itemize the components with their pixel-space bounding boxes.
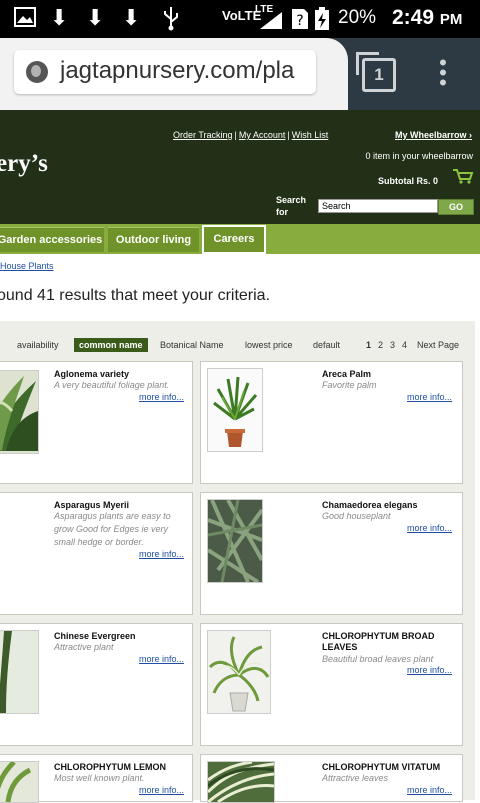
product-image[interactable] bbox=[207, 630, 271, 714]
product-card[interactable]: Chamaedorea elegans Good houseplant more… bbox=[200, 492, 463, 615]
results-count: ound 41 results that meet your criteria. bbox=[0, 287, 271, 304]
more-info-link[interactable]: more info... bbox=[407, 392, 452, 402]
go-button[interactable]: GO bbox=[438, 199, 474, 215]
top-links: Order Tracking | My Account | Wish List bbox=[173, 130, 329, 140]
overflow-menu-icon[interactable]: • • • bbox=[436, 52, 450, 94]
product-image[interactable] bbox=[207, 761, 275, 803]
more-info-link[interactable]: more info... bbox=[139, 392, 184, 402]
breadcrumb[interactable]: House Plants bbox=[0, 261, 54, 271]
more-info-link[interactable]: more info... bbox=[407, 665, 452, 675]
page-3[interactable]: 3 bbox=[390, 340, 395, 350]
download-icon: ⬇ bbox=[122, 6, 141, 31]
url-tab: jagtapnursery.com/pla bbox=[0, 38, 348, 110]
product-card[interactable]: Chinese Evergreen Attractive plant more … bbox=[0, 623, 193, 746]
nav-garden-accessories[interactable]: Garden accessories bbox=[0, 227, 104, 252]
product-description: Attractive leaves bbox=[322, 773, 389, 783]
sort-lowest-price[interactable]: lowest price bbox=[245, 340, 293, 350]
tab-switcher-button[interactable]: 1 bbox=[356, 52, 396, 92]
download-icon: ⬇ bbox=[86, 6, 105, 31]
gallery-icon bbox=[14, 7, 36, 33]
product-description: Good houseplant bbox=[322, 511, 391, 521]
address-bar[interactable]: jagtapnursery.com/pla bbox=[14, 50, 316, 94]
product-image[interactable] bbox=[207, 368, 263, 452]
wheelbarrow-count: 0 item in your wheelbarrow bbox=[365, 151, 473, 161]
nav-outdoor-living[interactable]: Outdoor living bbox=[108, 227, 199, 252]
battery-level: 20% bbox=[338, 7, 377, 28]
main-nav: Garden accessories Outdoor living Career… bbox=[0, 224, 480, 254]
more-info-link[interactable]: more info... bbox=[139, 549, 184, 559]
product-card[interactable]: Asparagus Myerii Asparagus plants are ea… bbox=[0, 492, 193, 615]
product-description: Asparagus plants are easy to grow Good f… bbox=[54, 511, 171, 547]
sort-common-name[interactable]: common name bbox=[74, 338, 148, 352]
clock: 2:49 PM bbox=[392, 6, 463, 29]
more-info-link[interactable]: more info... bbox=[407, 523, 452, 533]
wish-list-link[interactable]: Wish List bbox=[292, 130, 329, 140]
product-name[interactable]: CHLOROPHYTUM BROAD LEAVES bbox=[322, 631, 452, 653]
site-logo[interactable]: ery’s bbox=[0, 150, 48, 178]
my-account-link[interactable]: My Account bbox=[239, 130, 286, 140]
search-input[interactable] bbox=[318, 199, 438, 213]
more-info-link[interactable]: more info... bbox=[139, 654, 184, 664]
search-label: Search for bbox=[276, 195, 307, 217]
order-tracking-link[interactable]: Order Tracking bbox=[173, 130, 233, 140]
more-info-link[interactable]: more info... bbox=[139, 785, 184, 795]
more-info-link[interactable]: more info... bbox=[407, 785, 452, 795]
svg-text:?: ? bbox=[296, 13, 303, 29]
product-image[interactable] bbox=[0, 761, 39, 803]
subtotal: Subtotal Rs. 0 bbox=[378, 176, 439, 186]
product-description: Attractive plant bbox=[54, 642, 114, 652]
sort-default[interactable]: default bbox=[313, 340, 340, 350]
product-description: Favorite palm bbox=[322, 380, 377, 390]
product-description: Most well known plant. bbox=[54, 773, 145, 783]
sort-botanical-name[interactable]: Botanical Name bbox=[160, 340, 224, 350]
url-text[interactable]: jagtapnursery.com/pla bbox=[60, 57, 294, 85]
page-1[interactable]: 1 bbox=[366, 340, 371, 350]
nav-careers[interactable]: Careers bbox=[202, 225, 266, 254]
signal-icon bbox=[258, 10, 284, 36]
usb-icon bbox=[161, 5, 181, 37]
site-header: ery’s Order Tracking | My Account | Wish Lis… bbox=[0, 110, 480, 224]
browser-toolbar: jagtapnursery.com/pla 1 • • • bbox=[0, 38, 480, 110]
status-bar: ⬇ ⬇ ⬇ VoLTE LTE ? 20% 2:49 PM bbox=[0, 0, 480, 38]
sort-bar: availability common name Botanical Name … bbox=[0, 338, 475, 354]
product-card[interactable]: Areca Palm Favorite palm more info... bbox=[200, 361, 463, 484]
page-2[interactable]: 2 bbox=[378, 340, 383, 350]
globe-icon bbox=[26, 61, 48, 83]
no-sim-icon: ? bbox=[290, 7, 310, 37]
my-wheelbarrow-link[interactable]: My Wheelbarrow › bbox=[395, 130, 472, 140]
product-image[interactable] bbox=[0, 630, 39, 714]
product-image[interactable] bbox=[207, 499, 263, 583]
wheelbarrow-icon[interactable] bbox=[452, 168, 474, 189]
sort-availability[interactable]: availability bbox=[17, 340, 59, 350]
product-card[interactable]: CHLOROPHYTUM BROAD LEAVES Beautiful broa… bbox=[200, 623, 463, 746]
product-image[interactable] bbox=[0, 370, 39, 454]
download-icon: ⬇ bbox=[50, 6, 69, 31]
page-4[interactable]: 4 bbox=[402, 340, 407, 350]
product-card[interactable]: CHLOROPHYTUM LEMON Most well known plant… bbox=[0, 754, 193, 803]
product-card[interactable]: Aglonema variety A very beautiful foliag… bbox=[0, 361, 193, 484]
next-page-link[interactable]: Next Page bbox=[417, 340, 459, 350]
product-card[interactable]: CHLOROPHYTUM VITATUM Attractive leaves m… bbox=[200, 754, 463, 803]
product-description: A very beautiful foliage plant. bbox=[54, 380, 170, 390]
battery-charging-icon bbox=[314, 7, 330, 37]
product-listing: availability common name Botanical Name … bbox=[0, 321, 475, 803]
